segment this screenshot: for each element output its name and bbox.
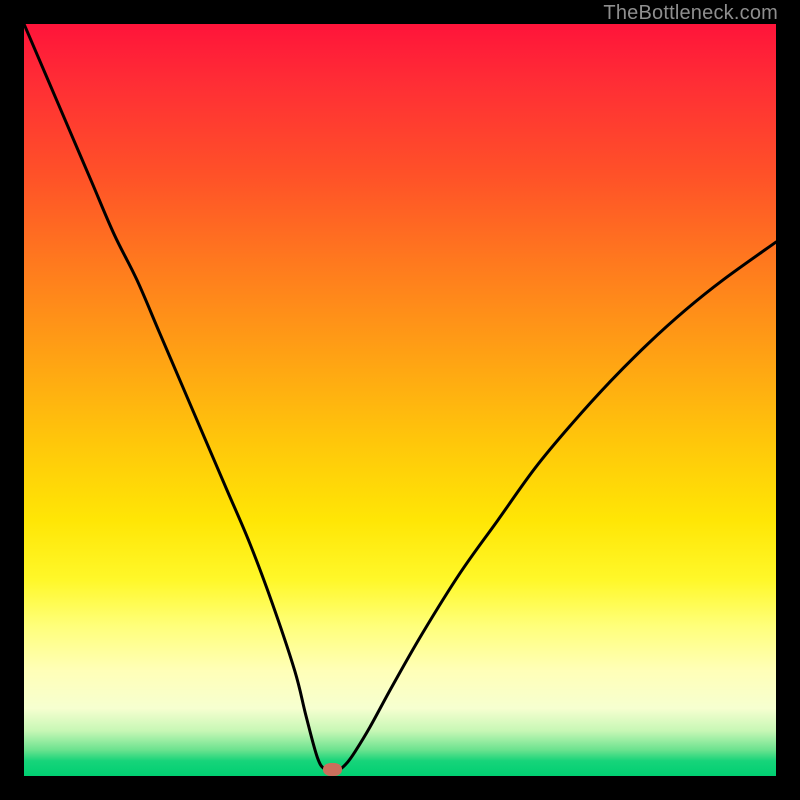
chart-container: TheBottleneck.com — [0, 0, 800, 800]
curve-svg — [24, 24, 776, 776]
optimum-marker — [323, 763, 342, 776]
watermark-text: TheBottleneck.com — [603, 2, 778, 25]
bottleneck-curve — [24, 24, 776, 770]
plot-area — [24, 24, 776, 776]
